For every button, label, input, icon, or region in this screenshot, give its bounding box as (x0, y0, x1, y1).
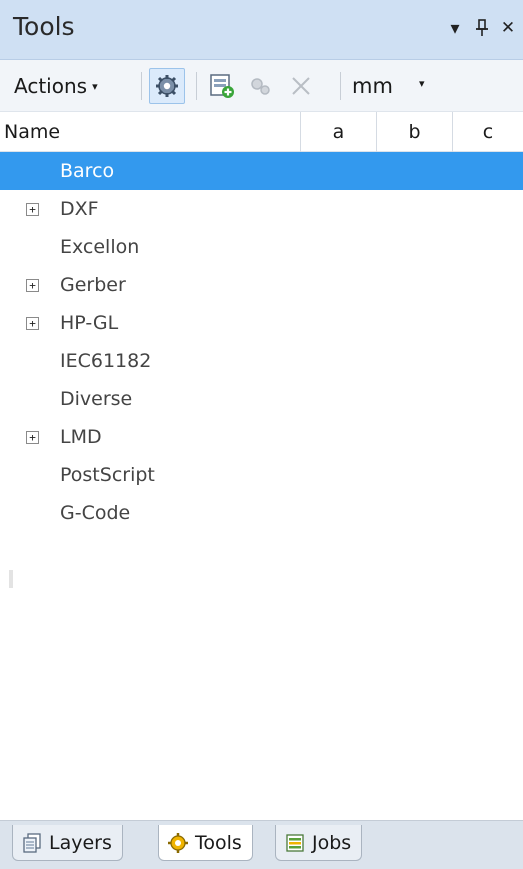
tab-tools-label: Tools (195, 831, 242, 854)
jobs-icon (284, 832, 306, 854)
delete-tool-button[interactable] (283, 68, 319, 104)
unit-value: mm (352, 74, 393, 98)
settings-toggle-button[interactable] (149, 68, 185, 104)
gear-icon (156, 75, 178, 97)
copy-tool-button[interactable] (242, 68, 278, 104)
gear-icon (167, 832, 189, 854)
panel-title-bar[interactable]: Tools ▾ ✕ (0, 0, 523, 60)
toolbar: Actions ▾ mm ▾ (0, 60, 523, 112)
tree-item-barco[interactable]: Barco (0, 152, 523, 190)
tree-item-label: Gerber (60, 274, 126, 296)
window-menu-dropdown-icon[interactable]: ▾ (443, 16, 467, 40)
pin-icon[interactable] (470, 16, 494, 40)
tree-item-label: Diverse (60, 388, 133, 410)
tree-item-label: PostScript (60, 464, 155, 486)
close-icon[interactable]: ✕ (496, 16, 520, 40)
tree-item-label: HP-GL (60, 312, 119, 334)
tree-item-label: IEC61182 (60, 350, 152, 372)
expand-icon[interactable]: + (26, 278, 39, 292)
expand-icon[interactable]: + (26, 430, 39, 444)
tree-item-iec61182[interactable]: IEC61182 (0, 342, 523, 380)
tree-item-label: DXF (60, 198, 99, 220)
panel-title: Tools (13, 12, 75, 41)
tab-jobs-label: Jobs (312, 831, 352, 854)
tree-item-label: LMD (60, 426, 102, 448)
bottom-tab-strip: Layers Tools Jobs (0, 820, 523, 869)
expand-icon[interactable]: + (26, 316, 39, 330)
toolbar-separator (141, 72, 142, 100)
tree-item-postscript[interactable]: PostScript (0, 456, 523, 494)
actions-menu-button[interactable]: Actions ▾ (10, 68, 106, 104)
tree-item-label: G-Code (60, 502, 131, 524)
tree-item-g-code[interactable]: G-Code (0, 494, 523, 532)
tab-layers-label: Layers (49, 831, 112, 854)
unit-select[interactable]: mm ▾ (348, 68, 448, 104)
column-header: Name a b c (0, 112, 523, 152)
add-tool-icon (210, 74, 234, 98)
tab-tools[interactable]: Tools (158, 825, 253, 861)
tab-layers[interactable]: Layers (12, 825, 123, 861)
toolbar-separator (196, 72, 197, 100)
gears-icon (251, 78, 270, 95)
add-tool-button[interactable] (204, 68, 240, 104)
tree-item-dxf[interactable]: + DXF (0, 190, 523, 228)
tools-tree: Barco + DXF Excellon + Gerber + HP-GL IE… (0, 152, 523, 820)
actions-label: Actions (14, 74, 88, 98)
chevron-down-icon: ▾ (92, 79, 98, 93)
tree-item-excellon[interactable]: Excellon (0, 228, 523, 266)
column-header-c[interactable]: c (453, 112, 523, 152)
column-header-b[interactable]: b (377, 112, 453, 152)
tree-item-hp-gl[interactable]: + HP-GL (0, 304, 523, 342)
delete-icon (292, 77, 310, 95)
tree-item-diverse[interactable]: Diverse (0, 380, 523, 418)
toolbar-separator (340, 72, 341, 100)
tab-jobs[interactable]: Jobs (275, 825, 363, 861)
tree-item-gerber[interactable]: + Gerber (0, 266, 523, 304)
tree-item-lmd[interactable]: + LMD (0, 418, 523, 456)
column-header-a[interactable]: a (301, 112, 377, 152)
tree-item-label: Barco (60, 160, 115, 182)
splitter-handle[interactable] (9, 570, 13, 588)
expand-icon[interactable]: + (26, 202, 39, 216)
tools-panel: Tools ▾ ✕ Actions ▾ mm ▾ Name a b c Barc… (0, 0, 523, 869)
column-header-name[interactable]: Name (0, 112, 301, 152)
layers-icon (21, 832, 43, 854)
chevron-down-icon: ▾ (419, 77, 425, 90)
tree-item-label: Excellon (60, 236, 140, 258)
